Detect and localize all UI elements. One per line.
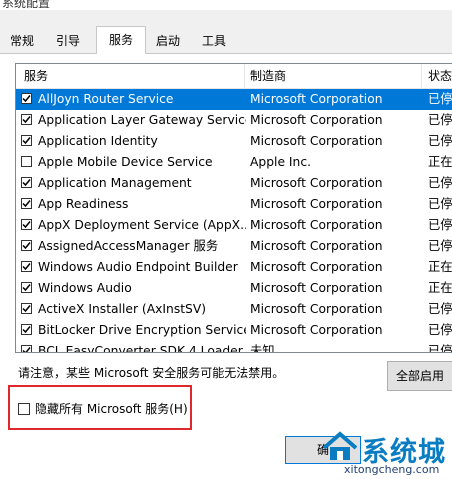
services-list[interactable]: 服务 制造商 状态 AllJoyn Router Service Microsof… [15, 63, 452, 353]
window-title: 系统配置 [2, 0, 51, 10]
service-status: 已停 [428, 176, 452, 190]
title-bar: 系统配置 [0, 0, 452, 10]
service-name: Windows Audio Endpoint Builder [38, 260, 238, 274]
service-status: 正在 [428, 281, 452, 295]
service-checkbox[interactable] [21, 198, 32, 209]
service-name: App Readiness [38, 197, 129, 211]
column-separator[interactable] [244, 64, 245, 88]
service-vendor: Microsoft Corporation [250, 134, 383, 148]
service-status: 已停 [428, 218, 452, 232]
service-checkbox[interactable] [21, 261, 32, 272]
tab-services-label: 服务 [108, 33, 133, 47]
service-row[interactable]: Windows Audio Endpoint Builder Microsoft … [16, 257, 452, 278]
service-row[interactable]: AllJoyn Router Service Microsoft Corporat… [16, 89, 452, 110]
tab-startup[interactable]: 启动 [148, 30, 188, 52]
tab-boot[interactable]: 引导 [46, 30, 90, 52]
service-name: Apple Mobile Device Service [38, 155, 213, 169]
service-status: 已停 [428, 134, 452, 148]
watermark-url: xitongcheng.com [344, 463, 440, 476]
list-header: 服务 制造商 状态 [16, 64, 452, 89]
service-vendor: Microsoft Corporation [250, 197, 383, 211]
service-name: ActiveX Installer (AxInstSV) [38, 302, 207, 316]
service-vendor: Microsoft Corporation [250, 281, 383, 295]
service-vendor: Microsoft Corporation [250, 92, 383, 106]
service-row[interactable]: BitLocker Drive Encryption Service Micros… [16, 320, 452, 341]
service-checkbox[interactable] [21, 219, 32, 230]
service-row[interactable]: AssignedAccessManager 服务 Microsoft Corpor… [16, 236, 452, 257]
service-vendor: Microsoft Corporation [250, 323, 383, 337]
security-note: 请注意，某些 Microsoft 安全服务可能无法禁用。 [18, 366, 285, 380]
service-status: 正在 [428, 260, 452, 274]
tab-startup-label: 启动 [155, 34, 180, 48]
service-checkbox[interactable] [21, 93, 32, 104]
service-vendor: Apple Inc. [250, 155, 312, 169]
service-name: BitLocker Drive Encryption Service [38, 323, 246, 337]
service-row[interactable]: Windows Audio Microsoft Corporation 正在 [16, 278, 452, 299]
tab-strip: 常规 引导 服务 启动 工具 [0, 26, 452, 54]
service-checkbox[interactable] [21, 135, 32, 146]
highlight-box [8, 385, 192, 430]
service-status: 已停 [428, 323, 452, 337]
tab-general[interactable]: 常规 [2, 30, 42, 52]
service-row[interactable]: App Readiness Microsoft Corporation 已停 [16, 194, 452, 215]
column-separator[interactable] [421, 64, 422, 88]
watermark: 系统城 xitongcheng.com [318, 430, 452, 479]
service-row[interactable]: Apple Mobile Device Service Apple Inc. 正在 [16, 152, 452, 173]
service-checkbox[interactable] [21, 303, 32, 314]
service-name: BCL EasyConverter SDK 4 Loader [38, 344, 243, 353]
tab-general-label: 常规 [9, 34, 34, 48]
enable-all-label: 全部启用 [395, 369, 444, 383]
enable-all-button[interactable]: 全部启用 [387, 361, 452, 391]
service-row[interactable]: Application Identity Microsoft Corporatio… [16, 131, 452, 152]
service-name: AppX Deployment Service (AppX... [38, 218, 246, 232]
service-vendor: Microsoft Corporation [250, 260, 383, 274]
tab-boot-label: 引导 [55, 34, 80, 48]
column-header-vendor[interactable]: 制造商 [250, 64, 286, 88]
service-name: Application Layer Gateway Service [38, 113, 246, 127]
service-status: 已停 [428, 197, 452, 211]
service-row[interactable]: ActiveX Installer (AxInstSV) Microsoft Co… [16, 299, 452, 320]
service-vendor: Microsoft Corporation [250, 302, 383, 316]
service-name: Windows Audio [38, 281, 132, 295]
service-checkbox[interactable] [21, 177, 32, 188]
service-name: Application Identity [38, 134, 158, 148]
service-vendor: 未知 [250, 344, 275, 353]
service-name: Application Management [38, 176, 192, 190]
service-checkbox[interactable] [21, 324, 32, 335]
service-vendor: Microsoft Corporation [250, 239, 383, 253]
service-name: AllJoyn Router Service [38, 92, 174, 106]
service-vendor: Microsoft Corporation [250, 176, 383, 190]
service-row[interactable]: BCL EasyConverter SDK 4 Loader 未知 已停 [16, 341, 452, 353]
service-vendor: Microsoft Corporation [250, 113, 383, 127]
service-status: 已停 [428, 344, 452, 353]
service-checkbox[interactable] [21, 156, 32, 167]
service-status: 已停 [428, 92, 452, 106]
tab-services[interactable]: 服务 [96, 26, 146, 54]
service-checkbox[interactable] [21, 240, 32, 251]
service-row[interactable]: Application Layer Gateway Service Microso… [16, 110, 452, 131]
services-panel: 服务 制造商 状态 AllJoyn Router Service Microsof… [0, 54, 452, 479]
service-status: 正在 [428, 155, 452, 169]
house-icon [322, 431, 358, 460]
service-status: 已停 [428, 113, 452, 127]
service-checkbox[interactable] [21, 282, 32, 293]
tab-tools[interactable]: 工具 [194, 30, 234, 52]
service-status: 已停 [428, 239, 452, 253]
service-vendor: Microsoft Corporation [250, 218, 383, 232]
service-name: AssignedAccessManager 服务 [38, 239, 219, 253]
column-header-status[interactable]: 状态 [428, 64, 452, 88]
service-checkbox[interactable] [21, 345, 32, 352]
service-status: 已停 [428, 302, 452, 316]
tab-tools-label: 工具 [201, 34, 226, 48]
service-checkbox[interactable] [21, 114, 32, 125]
column-header-service[interactable]: 服务 [24, 64, 48, 88]
service-row[interactable]: Application Management Microsoft Corporat… [16, 173, 452, 194]
service-row[interactable]: AppX Deployment Service (AppX... Microsof… [16, 215, 452, 236]
